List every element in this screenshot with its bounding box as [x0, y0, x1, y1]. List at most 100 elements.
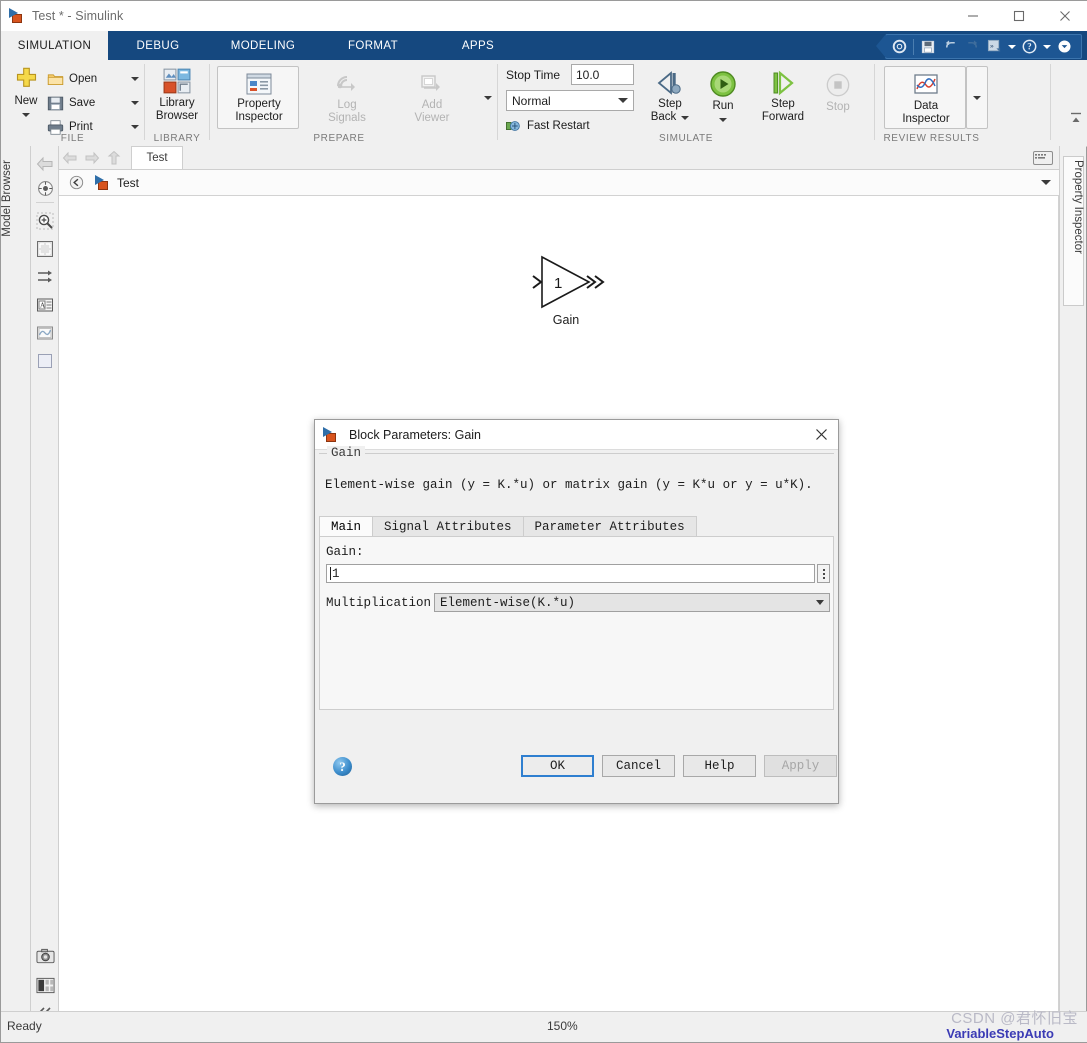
- print-button-label: Print: [69, 121, 93, 133]
- multiplication-value: Element-wise(K.*u): [440, 595, 576, 610]
- fit-to-view-icon[interactable]: [35, 239, 55, 259]
- close-icon[interactable]: [1042, 1, 1087, 31]
- zoom-level: 150%: [547, 1019, 578, 1033]
- simulation-mode-select[interactable]: Normal: [506, 90, 634, 111]
- data-inspector-button[interactable]: Data Inspector: [884, 66, 966, 129]
- window-controls: [950, 1, 1087, 31]
- ok-button[interactable]: OK: [521, 755, 594, 777]
- save-icon[interactable]: [917, 36, 939, 57]
- breadcrumb-model-name: Test: [117, 175, 140, 190]
- chevron-down-icon: [816, 600, 824, 605]
- subsystem-icon[interactable]: [35, 351, 55, 371]
- up-arrow-icon[interactable]: [103, 147, 125, 169]
- tab-format[interactable]: FORMAT: [318, 31, 428, 60]
- collapse-ribbon-icon[interactable]: [1068, 110, 1084, 126]
- more-icon[interactable]: [1053, 36, 1075, 57]
- scope-icon[interactable]: [35, 323, 55, 343]
- redo-icon[interactable]: [961, 36, 983, 57]
- step-back-button[interactable]: Step Back: [642, 70, 698, 124]
- dialog-tab-parameter-attributes[interactable]: Parameter Attributes: [522, 516, 697, 537]
- tab-modeling[interactable]: MODELING: [208, 31, 318, 60]
- prepare-more-dropdown-icon[interactable]: [480, 90, 496, 106]
- help-button[interactable]: Help: [683, 755, 756, 777]
- maximize-icon[interactable]: [996, 1, 1042, 31]
- tab-apps[interactable]: APPS: [428, 31, 528, 60]
- more-options-icon[interactable]: [817, 564, 830, 583]
- signal-routing-icon[interactable]: [35, 267, 55, 287]
- library-browser-label-2: Browser: [155, 110, 199, 122]
- data-inspector-label-1: Data: [913, 100, 939, 112]
- minimize-icon[interactable]: [950, 1, 996, 31]
- library-browser-button[interactable]: Library Browser: [145, 68, 209, 123]
- simulink-model-icon: [95, 174, 111, 191]
- dialog-tab-main[interactable]: Main: [319, 516, 374, 537]
- model-tab[interactable]: Test: [131, 146, 183, 169]
- open-dropdown-icon[interactable]: [131, 77, 139, 81]
- gain-block[interactable]: 1 Gain: [511, 251, 621, 331]
- run-section-dropdown-icon[interactable]: [1005, 36, 1018, 57]
- ribbon-separator: [1050, 64, 1051, 140]
- log-signals-label-1: Log: [337, 99, 357, 111]
- svg-text:»: »: [989, 43, 993, 50]
- tab-debug[interactable]: DEBUG: [108, 31, 208, 60]
- property-inspector-button[interactable]: Property Inspector: [217, 66, 299, 129]
- camera-icon[interactable]: [35, 946, 55, 966]
- open-button[interactable]: Open: [47, 68, 139, 90]
- navigate-icon[interactable]: [35, 178, 55, 198]
- save-dropdown-icon[interactable]: [131, 101, 139, 105]
- new-button[interactable]: New: [7, 66, 45, 117]
- multiplication-select[interactable]: Element-wise(K.*u): [434, 593, 830, 612]
- ribbon-group-prepare: Property Inspector Log Signals Add Viewe…: [210, 60, 497, 146]
- chevron-down-icon[interactable]: [1041, 180, 1051, 185]
- cancel-button[interactable]: Cancel: [602, 755, 675, 777]
- breadcrumb: Test: [59, 170, 1059, 196]
- dialog-tabs: Main Signal Attributes Parameter Attribu…: [319, 515, 834, 537]
- tab-simulation[interactable]: SIMULATION: [1, 31, 108, 60]
- model-browser-label: Model Browser: [1, 160, 13, 237]
- navigation-strip: Test: [59, 146, 1059, 170]
- save-button-label: Save: [69, 97, 96, 109]
- new-dropdown-icon[interactable]: [22, 113, 30, 117]
- settings-icon[interactable]: [888, 36, 910, 57]
- annotation-icon[interactable]: A: [35, 295, 55, 315]
- step-back-dropdown-icon[interactable]: [681, 115, 690, 120]
- help-icon[interactable]: ?: [1018, 36, 1040, 57]
- help-icon[interactable]: ?: [333, 757, 352, 776]
- property-inspector-panel[interactable]: Property Inspector: [1059, 146, 1086, 1011]
- add-viewer-button: Add Viewer: [400, 72, 464, 125]
- chevron-down-icon: [618, 98, 628, 103]
- gain-input-value: 1: [332, 566, 340, 581]
- ribbon-group-review-label: REVIEW RESULTS: [883, 133, 980, 144]
- gain-input[interactable]: 1: [326, 564, 815, 583]
- keyboard-icon[interactable]: [1033, 150, 1053, 165]
- run-button[interactable]: Run: [700, 70, 746, 122]
- model-browser-panel[interactable]: Model Browser: [1, 146, 31, 1011]
- tool-divider: [36, 202, 54, 203]
- text-cursor: [330, 567, 331, 580]
- layout-icon[interactable]: [35, 975, 55, 995]
- step-forward-label-2: Forward: [761, 111, 805, 123]
- close-icon[interactable]: [804, 420, 838, 449]
- dialog-footer: ? OK Cancel Help Apply: [315, 743, 838, 803]
- back-arrow-icon[interactable]: [59, 147, 81, 169]
- fast-restart-label: Fast Restart: [527, 120, 590, 132]
- breadcrumb-back-icon[interactable]: [65, 172, 87, 194]
- run-section-icon[interactable]: »: [983, 36, 1005, 57]
- step-forward-button[interactable]: Step Forward: [750, 70, 816, 124]
- print-dropdown-icon[interactable]: [131, 125, 139, 129]
- run-dropdown-icon[interactable]: [719, 118, 727, 122]
- forward-arrow-icon[interactable]: [81, 147, 103, 169]
- data-inspector-dropdown-icon[interactable]: [966, 66, 988, 129]
- stop-time-input[interactable]: [571, 64, 634, 85]
- block-parameters-dialog[interactable]: Block Parameters: Gain Gain Element-wise…: [314, 419, 839, 804]
- dialog-main-panel: Gain: 1 Multiplication: Element-wise(K.*…: [319, 536, 834, 710]
- dialog-tab-signal-attributes[interactable]: Signal Attributes: [372, 516, 524, 537]
- dialog-title-bar: Block Parameters: Gain: [315, 420, 838, 450]
- run-label: Run: [712, 100, 734, 112]
- zoom-in-icon[interactable]: [35, 211, 55, 231]
- save-button[interactable]: Save: [47, 92, 139, 114]
- ribbon-group-review-results: Data Inspector REVIEW RESULTS: [875, 60, 1050, 146]
- pan-back-icon[interactable]: [35, 154, 55, 174]
- help-dropdown-icon[interactable]: [1040, 36, 1053, 57]
- undo-icon[interactable]: [939, 36, 961, 57]
